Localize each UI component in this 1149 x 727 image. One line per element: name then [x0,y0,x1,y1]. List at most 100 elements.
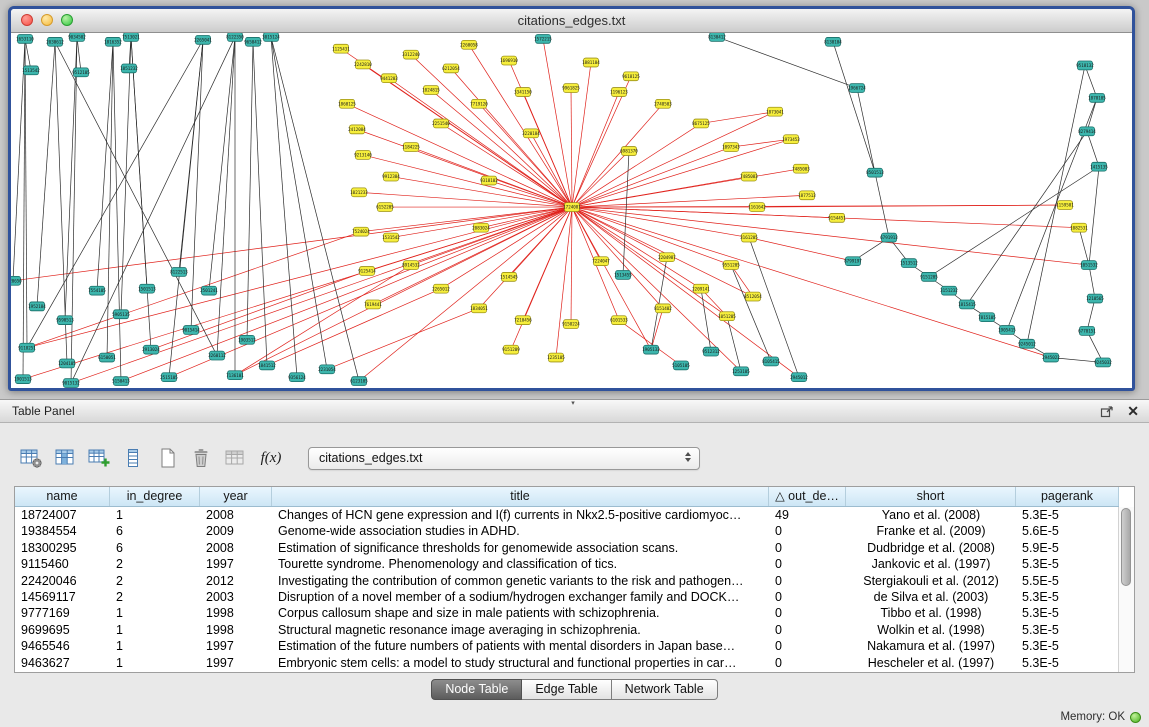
graph-node[interactable]: 6123105 [350,377,368,386]
graph-node[interactable]: 8279414 [1078,127,1096,136]
graph-node[interactable]: 1841512 [258,361,276,370]
float-panel-icon[interactable] [1100,405,1114,418]
graph-node[interactable]: 1513455 [614,270,632,279]
graph-node[interactable]: 1815415 [958,300,976,309]
graph-node[interactable]: 1184225 [402,143,420,152]
graph-node[interactable]: 1877513 [798,191,816,200]
show-columns-button[interactable] [52,446,78,470]
graph-node[interactable]: 2265012 [432,284,450,293]
close-panel-icon[interactable]: ✕ [1127,404,1139,418]
table-row[interactable]: 1456911722003Disruption of a novel membe… [15,589,1119,605]
graph-node[interactable]: 9125414 [358,267,376,276]
graph-node[interactable]: 1210565 [1086,294,1104,303]
graph-node[interactable]: 1514545 [500,272,518,281]
tab-network-table[interactable]: Network Table [612,679,718,700]
network-svg[interactable]: 1653110203061290345021816352751302122650… [11,33,1132,388]
graph-node[interactable]: 3220184 [522,129,540,138]
window-titlebar[interactable]: citations_edges.txt [11,9,1132,33]
network-canvas[interactable]: 1653110203061290345021816352751302122650… [11,33,1132,388]
graph-node[interactable]: 9590513 [56,316,74,325]
zoom-window-button[interactable] [61,14,73,26]
graph-node[interactable]: 9318102 [480,176,498,185]
graph-node[interactable]: 9151205 [920,272,938,281]
graph-node[interactable]: 7815105 [978,313,996,322]
graph-node[interactable]: 1878105 [1088,93,1106,102]
graph-node[interactable]: 6791913 [880,233,898,242]
graph-node[interactable]: 3161205 [740,233,758,242]
graph-node[interactable]: 7136101 [226,371,244,380]
graph-node[interactable]: 9213140 [354,151,372,160]
graph-node[interactable]: 2260058 [460,40,478,49]
table-row[interactable]: 946554611997Estimation of the future num… [15,638,1119,654]
graph-node[interactable]: 7524024 [352,227,370,236]
graph-node[interactable]: 3312240 [402,50,420,59]
graph-node[interactable]: 1724081 [563,203,581,212]
graph-node[interactable]: 8122350 [226,33,244,41]
graph-node[interactable]: 6212054 [442,64,460,73]
graph-node[interactable]: 1159581 [1056,201,1074,210]
graph-node[interactable]: 1905132 [642,345,660,354]
minimize-window-button[interactable] [41,14,53,26]
graph-node[interactable]: 8130104 [824,37,842,46]
graph-node[interactable]: 1696910 [500,56,518,65]
table-row[interactable]: 1872400712008Changes of HCN gene express… [15,507,1119,523]
graph-node[interactable]: 8151402 [654,304,672,313]
graph-node[interactable]: 1860125 [338,99,356,108]
graph-node[interactable]: 6770151 [1078,327,1096,336]
graph-node[interactable]: 7513021 [122,33,140,41]
graph-node[interactable]: 5105105 [672,361,690,370]
graph-node[interactable]: 8105415 [762,357,780,366]
table-row[interactable]: 911546021997Tourette syndrome. Phenomeno… [15,556,1119,572]
graph-node[interactable]: 9650412 [244,37,262,46]
column-header-year[interactable]: year [200,487,272,506]
graph-node[interactable]: 8914532 [402,261,420,270]
table-row[interactable]: 1938455462009Genome-wide association stu… [15,523,1119,539]
graph-node[interactable]: 9151209 [502,345,520,354]
graph-node[interactable]: 9158224 [562,320,580,329]
graph-node[interactable]: 2251540 [432,119,450,128]
graph-node[interactable]: 9118251 [18,343,36,352]
graph-node[interactable]: 1851232 [120,64,138,73]
rows-button[interactable] [120,446,146,470]
graph-node[interactable]: 1161642 [748,203,766,212]
graph-node[interactable]: 8122513 [170,268,188,277]
graph-node[interactable]: 8675125 [692,119,710,128]
edit-table-button[interactable] [86,446,112,470]
graph-node[interactable]: 9245032 [1094,358,1112,367]
graph-node[interactable]: 6150051 [98,353,116,362]
graph-node[interactable]: 1966724 [848,84,866,93]
graph-node[interactable]: 1873041 [766,107,784,116]
table-scrollbar[interactable] [1118,507,1134,672]
graph-node[interactable]: 1973453 [782,135,800,144]
graph-node[interactable]: 2083024 [472,223,490,232]
graph-node[interactable]: 1653110 [16,34,34,43]
column-header-short[interactable]: short [846,487,1016,506]
table-settings-button[interactable] [18,446,44,470]
graph-node[interactable]: 1834051 [470,304,488,313]
graph-node[interactable]: 1816352 [104,37,122,46]
table-row[interactable]: 1830029562008Estimation of significance … [15,540,1119,556]
graph-node[interactable]: 2501241 [200,286,218,295]
graph-node[interactable]: 1572215 [534,34,552,43]
graph-node[interactable]: 5150413 [112,377,130,386]
graph-node[interactable]: 9551205 [722,261,740,270]
graph-node[interactable]: 9512105 [72,68,90,77]
graph-node[interactable]: 9154451 [828,213,846,222]
graph-node[interactable]: 7485083 [740,172,758,181]
graph-node[interactable]: 2242810 [354,60,372,69]
column-header-in-degree[interactable]: in_degree [110,487,200,506]
graph-node[interactable]: 2515105 [160,373,178,382]
graph-node[interactable]: 1051205 [718,312,736,321]
graph-node[interactable]: 9441203 [380,74,398,83]
graph-node[interactable]: 2913024 [142,345,160,354]
graph-node[interactable]: 9015132 [62,379,80,388]
graph-node[interactable]: 2945022 [1042,353,1060,362]
graph-node[interactable]: 6101533 [610,316,628,325]
graph-node[interactable]: 9961825 [562,84,580,93]
graph-node[interactable]: 9015414 [182,326,200,335]
graph-node[interactable]: 2030612 [46,37,64,46]
graph-node[interactable]: 6152205 [376,203,394,212]
graph-node[interactable]: 7554105 [88,286,106,295]
graph-node[interactable]: 1196123 [610,88,628,97]
table-selector-dropdown[interactable]: citations_edges.txt [308,447,700,470]
